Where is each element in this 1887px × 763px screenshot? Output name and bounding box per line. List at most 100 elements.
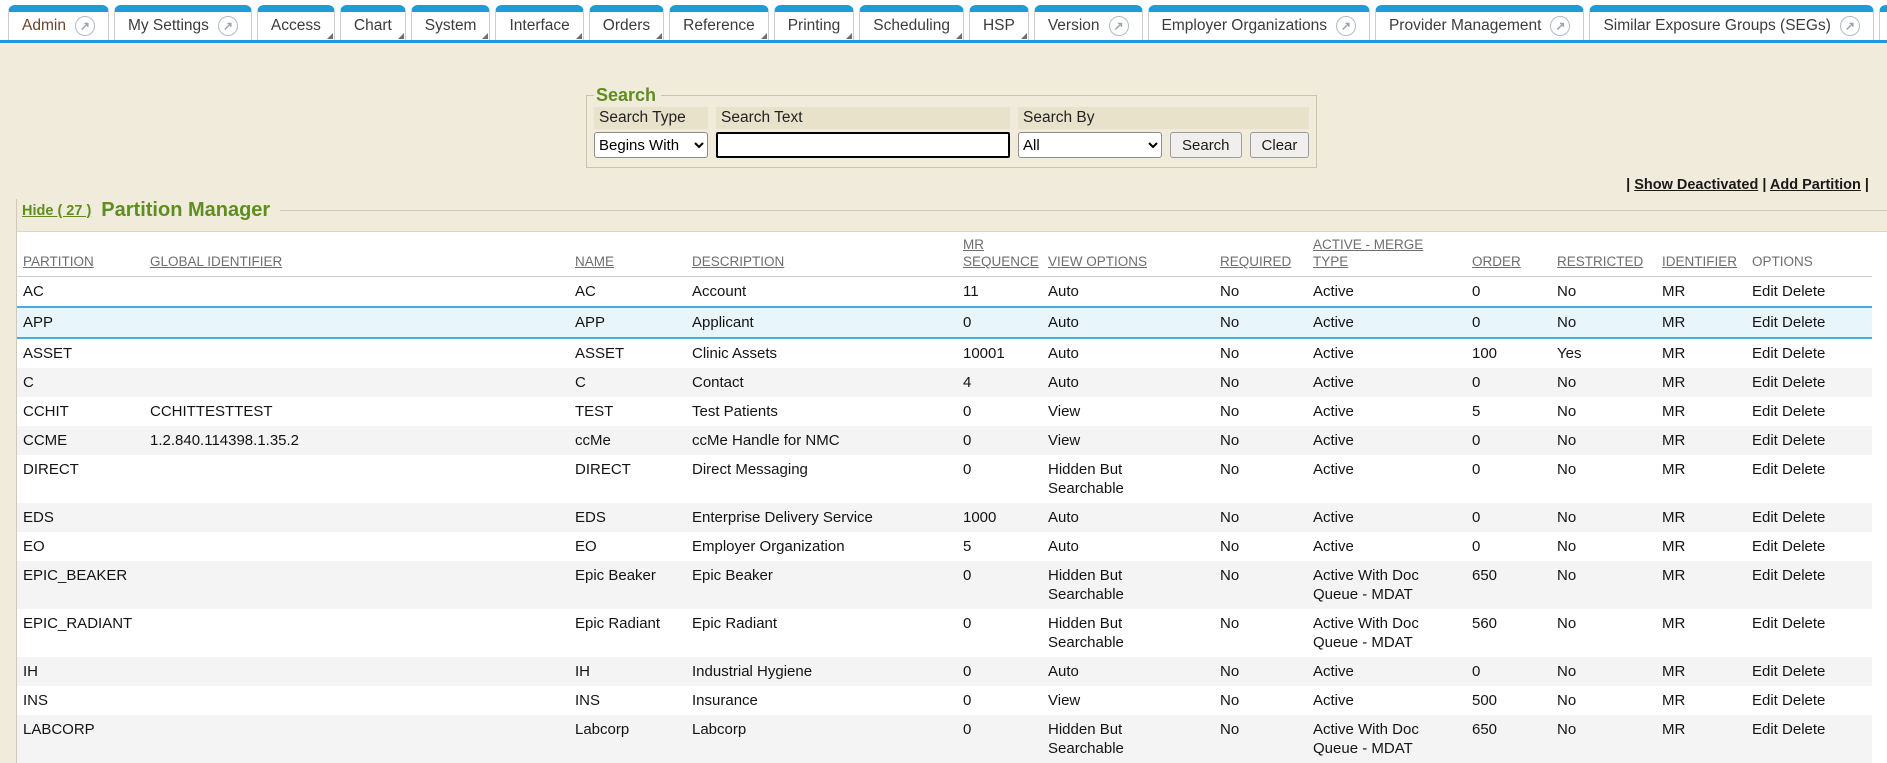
- delete-link[interactable]: Delete: [1782, 567, 1825, 584]
- tab-work-locations[interactable]: Work Locations ↗: [1879, 5, 1887, 40]
- cell-identifier: MR: [1662, 657, 1752, 686]
- tab-interface[interactable]: Interface: [495, 5, 583, 40]
- tab-printing[interactable]: Printing: [774, 5, 855, 40]
- delete-link[interactable]: Delete: [1782, 403, 1825, 420]
- edit-link[interactable]: Edit: [1752, 461, 1778, 478]
- table-row-ac[interactable]: ACACAccount11AutoNoActive0NoMREdit Delet…: [17, 277, 1872, 308]
- table-row-direct[interactable]: DIRECTDIRECTDirect Messaging0Hidden But …: [17, 455, 1872, 503]
- sort-link-view-options[interactable]: VIEW OPTIONS: [1048, 254, 1147, 269]
- search-button[interactable]: Search: [1170, 132, 1242, 158]
- external-link-icon[interactable]: ↗: [1336, 16, 1356, 36]
- edit-link[interactable]: Edit: [1752, 283, 1778, 300]
- table-row-cchit[interactable]: CCHITCCHITTESTTESTTESTTest Patients0View…: [17, 397, 1872, 426]
- cell-restricted: No: [1557, 561, 1662, 609]
- delete-link[interactable]: Delete: [1782, 314, 1825, 331]
- table-row-ins[interactable]: INSINSInsurance0ViewNoActive500NoMREdit …: [17, 686, 1872, 715]
- delete-link[interactable]: Delete: [1782, 374, 1825, 391]
- delete-link[interactable]: Delete: [1782, 432, 1825, 449]
- column-header-order[interactable]: ORDER: [1472, 232, 1557, 277]
- add-partition-link[interactable]: Add Partition: [1770, 177, 1861, 193]
- edit-link[interactable]: Edit: [1752, 374, 1778, 391]
- edit-link[interactable]: Edit: [1752, 692, 1778, 709]
- external-link-icon[interactable]: ↗: [1550, 16, 1570, 36]
- sort-link-active-merge-type[interactable]: ACTIVE - MERGETYPE: [1313, 237, 1423, 269]
- partition-manager-header: Hide ( 27 ) Partition Manager: [17, 199, 1887, 222]
- delete-link[interactable]: Delete: [1782, 538, 1825, 555]
- delete-link[interactable]: Delete: [1782, 721, 1825, 738]
- table-row-ccme[interactable]: CCME1.2.840.114398.1.35.2ccMeccMe Handle…: [17, 426, 1872, 455]
- table-row-eds[interactable]: EDSEDSEnterprise Delivery Service1000Aut…: [17, 503, 1872, 532]
- column-header-mr-sequence[interactable]: MRSEQUENCE: [963, 232, 1048, 277]
- delete-link[interactable]: Delete: [1782, 615, 1825, 632]
- column-header-description[interactable]: DESCRIPTION: [692, 232, 963, 277]
- clear-button[interactable]: Clear: [1250, 132, 1310, 158]
- search-text-input[interactable]: [716, 132, 1010, 158]
- tab-chart[interactable]: Chart: [340, 5, 406, 40]
- table-row-epic_beaker[interactable]: EPIC_BEAKEREpic BeakerEpic Beaker0Hidden…: [17, 561, 1872, 609]
- edit-link[interactable]: Edit: [1752, 509, 1778, 526]
- external-link-icon[interactable]: ↗: [75, 16, 95, 36]
- show-deactivated-link[interactable]: Show Deactivated: [1634, 177, 1758, 193]
- search-type-select[interactable]: Begins With: [594, 132, 708, 158]
- sort-link-name[interactable]: NAME: [575, 254, 614, 269]
- tab-hsp[interactable]: HSP: [969, 5, 1029, 40]
- tab-scheduling[interactable]: Scheduling: [859, 5, 964, 40]
- delete-link[interactable]: Delete: [1782, 283, 1825, 300]
- table-row-eo[interactable]: EOEOEmployer Organization5AutoNoActive0N…: [17, 532, 1872, 561]
- tab-version[interactable]: Version ↗: [1034, 5, 1143, 40]
- column-header-restricted[interactable]: RESTRICTED: [1557, 232, 1662, 277]
- sort-link-mr-sequence[interactable]: MRSEQUENCE: [963, 237, 1039, 269]
- delete-link[interactable]: Delete: [1782, 345, 1825, 362]
- delete-link[interactable]: Delete: [1782, 692, 1825, 709]
- edit-link[interactable]: Edit: [1752, 615, 1778, 632]
- column-header-identifier[interactable]: IDENTIFIER: [1662, 232, 1752, 277]
- tab-admin[interactable]: Admin ↗: [8, 5, 109, 40]
- table-row-app[interactable]: APPAPPApplicant0AutoNoActive0NoMREdit De…: [17, 307, 1872, 338]
- edit-link[interactable]: Edit: [1752, 314, 1778, 331]
- delete-link[interactable]: Delete: [1782, 509, 1825, 526]
- edit-link[interactable]: Edit: [1752, 721, 1778, 738]
- table-row-ih[interactable]: IHIHIndustrial Hygiene0AutoNoActive0NoMR…: [17, 657, 1872, 686]
- tab-system[interactable]: System: [411, 5, 491, 40]
- sort-link-restricted[interactable]: RESTRICTED: [1557, 254, 1643, 269]
- sort-link-identifier[interactable]: IDENTIFIER: [1662, 254, 1737, 269]
- column-header-global-identifier[interactable]: GLOBAL IDENTIFIER: [150, 232, 575, 277]
- edit-link[interactable]: Edit: [1752, 403, 1778, 420]
- table-row-labcorp[interactable]: LABCORPLabcorpLabcorp0Hidden But Searcha…: [17, 715, 1872, 763]
- search-by-select[interactable]: All: [1018, 132, 1162, 158]
- tab-access[interactable]: Access: [257, 5, 335, 40]
- column-header-required[interactable]: REQUIRED: [1220, 232, 1313, 277]
- tab-reference[interactable]: Reference: [669, 5, 769, 40]
- table-row-asset[interactable]: ASSETASSETClinic Assets10001AutoNoActive…: [17, 338, 1872, 368]
- sort-link-required[interactable]: REQUIRED: [1220, 254, 1291, 269]
- hide-toggle-link[interactable]: Hide ( 27 ): [22, 203, 91, 219]
- column-header-name[interactable]: NAME: [575, 232, 692, 277]
- tab-orders[interactable]: Orders: [589, 5, 664, 40]
- tab-provider-management[interactable]: Provider Management ↗: [1375, 5, 1585, 40]
- edit-link[interactable]: Edit: [1752, 538, 1778, 555]
- column-header-active-merge-type[interactable]: ACTIVE - MERGETYPE: [1313, 232, 1472, 277]
- external-link-icon[interactable]: ↗: [1109, 16, 1129, 36]
- tab-similar-exposure-groups-segs[interactable]: Similar Exposure Groups (SEGs) ↗: [1589, 5, 1873, 40]
- external-link-icon[interactable]: ↗: [1840, 16, 1860, 36]
- edit-link[interactable]: Edit: [1752, 345, 1778, 362]
- table-row-epic_radiant[interactable]: EPIC_RADIANTEpic RadiantEpic Radiant0Hid…: [17, 609, 1872, 657]
- dropdown-corner-icon: [576, 33, 582, 39]
- table-row-c[interactable]: CCContact4AutoNoActive0NoMREdit Delete: [17, 368, 1872, 397]
- sort-link-partition[interactable]: PARTITION: [23, 254, 94, 269]
- column-header-partition[interactable]: PARTITION: [17, 232, 150, 277]
- external-link-icon[interactable]: ↗: [218, 16, 238, 36]
- delete-link[interactable]: Delete: [1782, 461, 1825, 478]
- tab-employer-organizations[interactable]: Employer Organizations ↗: [1148, 5, 1370, 40]
- edit-link[interactable]: Edit: [1752, 432, 1778, 449]
- sort-link-description[interactable]: DESCRIPTION: [692, 254, 784, 269]
- edit-link[interactable]: Edit: [1752, 567, 1778, 584]
- sort-link-global-identifier[interactable]: GLOBAL IDENTIFIER: [150, 254, 282, 269]
- cell-view-options: Hidden But Searchable: [1048, 609, 1220, 657]
- delete-link[interactable]: Delete: [1782, 663, 1825, 680]
- cell-restricted: No: [1557, 532, 1662, 561]
- tab-my-settings[interactable]: My Settings ↗: [114, 5, 252, 40]
- column-header-view-options[interactable]: VIEW OPTIONS: [1048, 232, 1220, 277]
- edit-link[interactable]: Edit: [1752, 663, 1778, 680]
- sort-link-order[interactable]: ORDER: [1472, 254, 1521, 269]
